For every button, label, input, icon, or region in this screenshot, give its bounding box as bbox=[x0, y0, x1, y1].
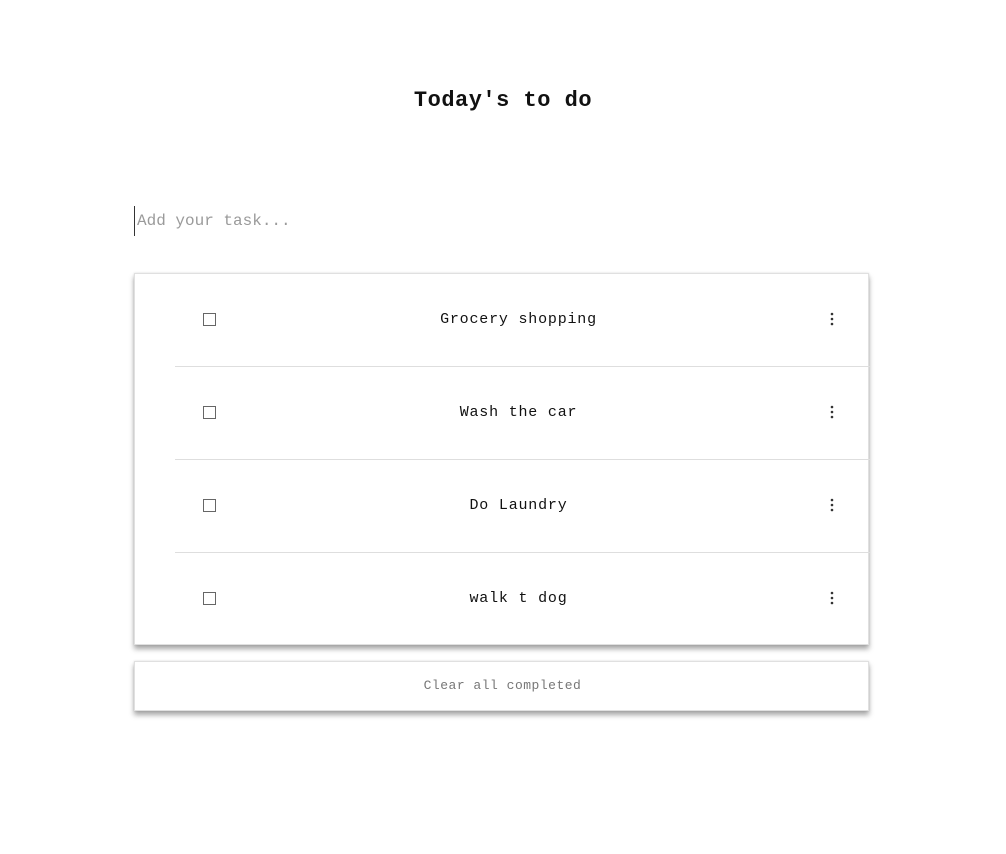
task-item: Grocery shopping bbox=[135, 274, 870, 367]
kebab-menu-icon[interactable] bbox=[825, 589, 839, 607]
page-title: Today's to do bbox=[413, 88, 593, 113]
kebab-menu-icon[interactable] bbox=[825, 496, 839, 514]
task-item: walk t dog bbox=[135, 553, 870, 646]
clear-completed-button[interactable]: Clear all completed bbox=[135, 662, 870, 710]
task-label: walk t dog bbox=[469, 590, 568, 607]
task-item: Do Laundry bbox=[135, 460, 870, 553]
task-list: Grocery shopping Wash the car Do Laundry… bbox=[134, 273, 870, 646]
task-label: Wash the car bbox=[459, 404, 578, 421]
add-task-input[interactable] bbox=[134, 206, 737, 236]
task-label: Do Laundry bbox=[469, 497, 568, 514]
clear-panel: Clear all completed bbox=[134, 661, 869, 711]
task-item: Wash the car bbox=[135, 367, 870, 460]
kebab-menu-icon[interactable] bbox=[825, 310, 839, 328]
task-label: Grocery shopping bbox=[440, 311, 597, 328]
kebab-menu-icon[interactable] bbox=[825, 403, 839, 421]
